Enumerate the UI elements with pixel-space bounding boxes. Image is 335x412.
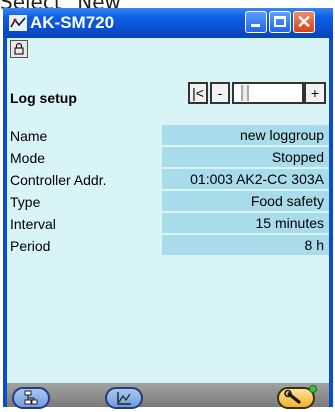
status-indicator: [309, 385, 317, 393]
network-icon: [9, 15, 27, 31]
nav-next-button[interactable]: +: [304, 82, 326, 104]
field-label: Type: [10, 194, 41, 210]
bottom-toolbar: [7, 383, 329, 409]
window-title: AK-SM720: [30, 13, 115, 32]
plus-icon: +: [310, 85, 320, 101]
page-title: Log setup: [10, 90, 77, 106]
field-value[interactable]: 01:003 AK2-CC 303A: [162, 169, 329, 189]
field-label: Controller Addr.: [10, 172, 107, 188]
nav-prev-button[interactable]: -: [210, 82, 230, 104]
maximize-icon: [274, 16, 286, 27]
skip-start-icon: |<: [192, 85, 204, 101]
field-label: Period: [10, 238, 51, 254]
client-area: Log setup |< - + Name new loggroup Mode …: [7, 38, 329, 409]
scroll-track[interactable]: [232, 82, 304, 104]
field-mode-row[interactable]: Mode Stopped: [7, 147, 329, 168]
nav-first-button[interactable]: |<: [188, 82, 208, 104]
minus-icon: -: [217, 85, 223, 101]
maximize-button[interactable]: [269, 11, 291, 33]
field-label: Mode: [10, 150, 46, 166]
field-interval-row[interactable]: Interval 15 minutes: [7, 213, 329, 234]
field-controller-row[interactable]: Controller Addr. 01:003 AK2-CC 303A: [7, 169, 329, 190]
log-chart-icon: [117, 392, 131, 405]
app-window: AK-SM720 ✕ Log setup |< - + Name new log…: [3, 8, 333, 409]
lock-icon: [14, 42, 24, 55]
field-value[interactable]: 8 h: [162, 235, 329, 255]
lock-button[interactable]: [10, 40, 28, 58]
minimize-button[interactable]: [245, 11, 267, 33]
field-value[interactable]: Stopped: [162, 147, 329, 167]
title-bar[interactable]: AK-SM720 ✕: [3, 8, 333, 38]
field-label: Name: [10, 128, 48, 144]
close-icon: ✕: [296, 12, 312, 32]
field-value[interactable]: 15 minutes: [162, 213, 329, 233]
wrench-icon: [284, 389, 301, 404]
tree-icon: [24, 390, 38, 405]
tree-view-button[interactable]: [12, 387, 50, 409]
field-value[interactable]: new loggroup: [162, 125, 329, 145]
field-type-row[interactable]: Type Food safety: [7, 191, 329, 212]
close-button[interactable]: ✕: [293, 11, 315, 33]
scroll-thumb[interactable]: [241, 85, 249, 101]
field-period-row[interactable]: Period 8 h: [7, 235, 329, 256]
log-chart-button[interactable]: [105, 387, 143, 409]
field-name-row[interactable]: Name new loggroup: [7, 125, 329, 146]
field-label: Interval: [10, 216, 56, 232]
minimize-icon: [251, 24, 260, 27]
field-value[interactable]: Food safety: [162, 191, 329, 211]
